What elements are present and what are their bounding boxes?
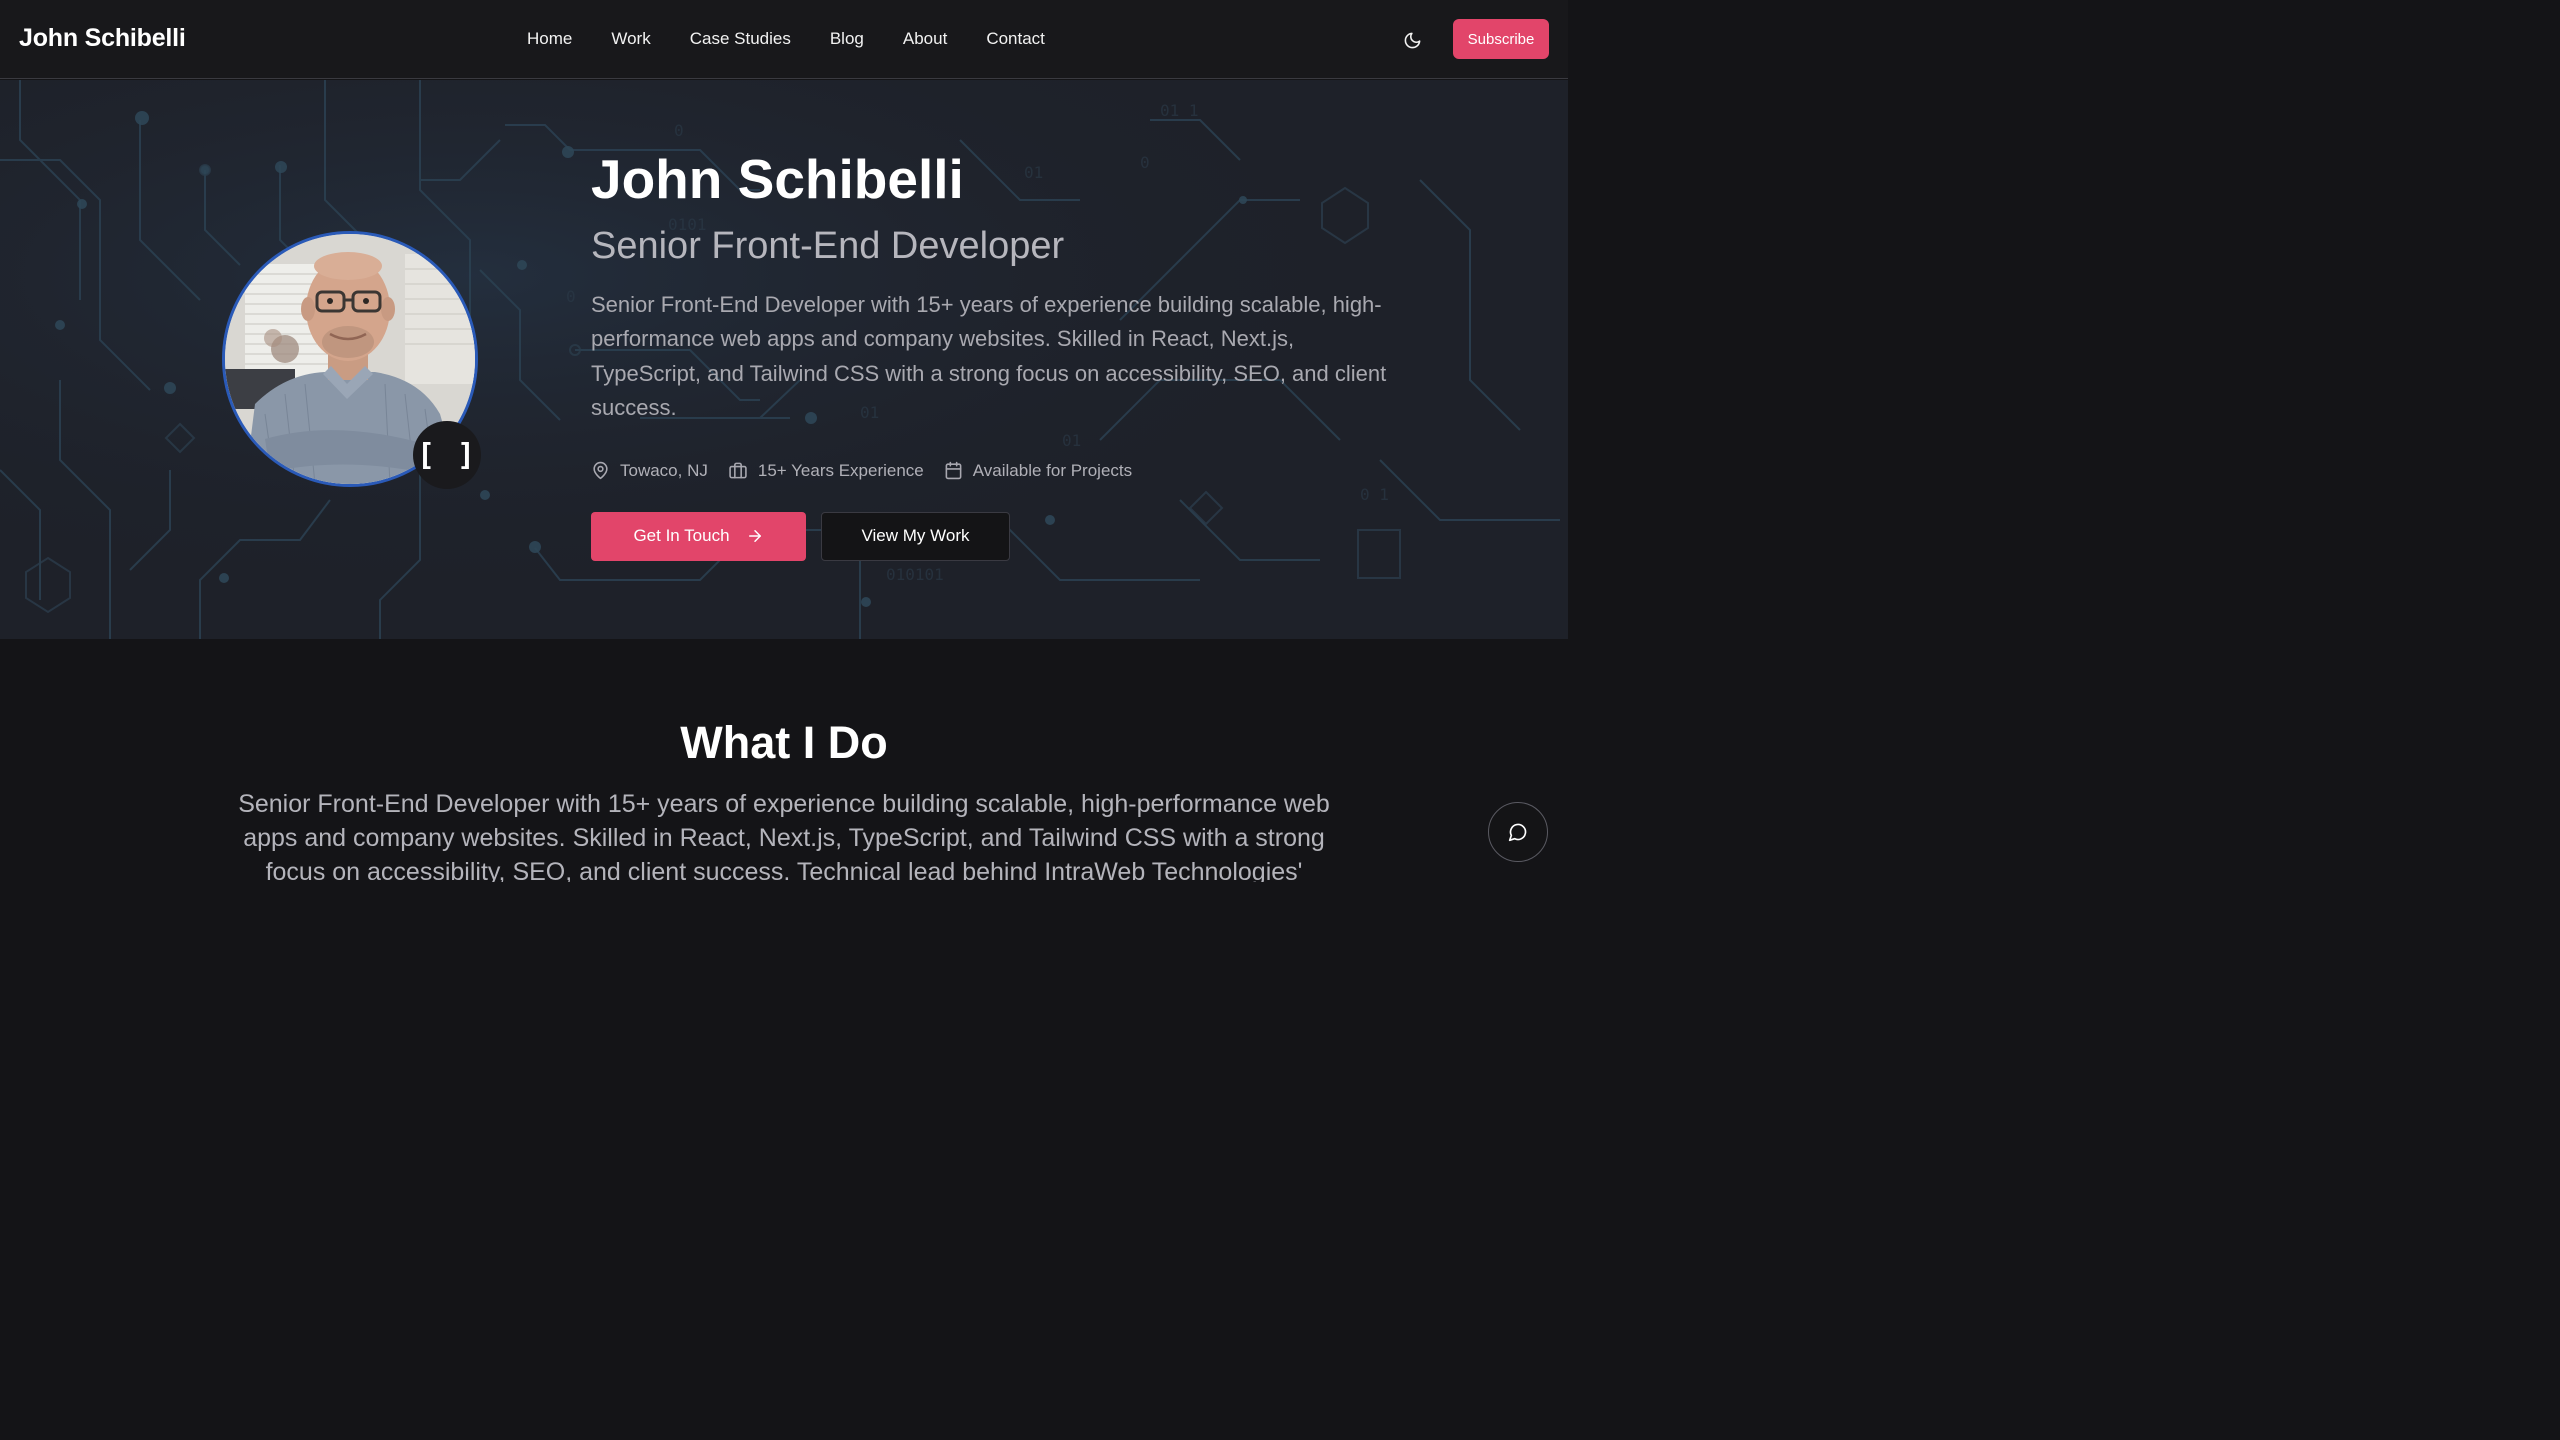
nav-contact[interactable]: Contact — [986, 29, 1045, 49]
availability-text: Available for Projects — [972, 460, 1133, 480]
location-text: Towaco, NJ — [620, 460, 708, 480]
hero-name: John Schibelli — [591, 148, 964, 210]
subscribe-button[interactable]: Subscribe — [1453, 19, 1549, 59]
theme-toggle-button[interactable] — [1398, 26, 1426, 54]
get-in-touch-label: Get In Touch — [633, 526, 730, 546]
calendar-icon — [945, 462, 962, 480]
location-item: Towaco, NJ — [591, 461, 708, 481]
arrow-right-icon — [748, 530, 761, 543]
main-nav: Home Work Case Studies Blog About Contac… — [527, 29, 1045, 49]
availability-item: Available for Projects — [944, 461, 1132, 481]
moon-icon — [1404, 32, 1420, 48]
site-header: John Schibelli Home Work Case Studies Bl… — [0, 0, 1568, 79]
what-i-do-text: Senior Front-End Developer with 15+ year… — [238, 790, 1330, 882]
svg-text:0: 0 — [566, 287, 576, 306]
nav-blog[interactable]: Blog — [830, 29, 864, 49]
page: John Schibelli Home Work Case Studies Bl… — [0, 0, 1568, 882]
hero-role: Senior Front-End Developer — [591, 225, 1065, 267]
svg-text:010101: 010101 — [886, 565, 944, 584]
code-brackets-badge: [ ] — [413, 421, 481, 489]
chat-button[interactable] — [1488, 802, 1548, 862]
svg-text:01 1: 01 1 — [1160, 101, 1199, 120]
hero-bio: Senior Front-End Developer with 15+ year… — [591, 291, 1387, 421]
get-in-touch-button[interactable]: Get In Touch — [591, 511, 806, 561]
hero-content: John Schibelli Senior Front-End Develope… — [591, 152, 1411, 561]
view-my-work-button[interactable]: View My Work — [821, 511, 1010, 561]
hero-meta: Towaco, NJ 15+ Years Experience Availabl… — [591, 461, 1411, 481]
nav-home[interactable]: Home — [527, 29, 572, 49]
experience-item: 15+ Years Experience — [728, 461, 924, 481]
map-pin-icon — [593, 462, 608, 480]
what-i-do-section: What I Do Senior Front-End Developer wit… — [0, 639, 1568, 882]
hero-cta-row: Get In Touch View My Work — [591, 511, 1411, 561]
briefcase-icon — [729, 462, 747, 479]
experience-text: 15+ Years Experience — [757, 460, 924, 480]
brand-logo[interactable]: John Schibelli — [19, 24, 186, 53]
profile-photo-wrapper: [ ] — [222, 231, 481, 489]
nav-about[interactable]: About — [903, 29, 947, 49]
svg-text:0: 0 — [674, 121, 684, 140]
chat-bubble-icon — [1508, 823, 1527, 842]
nav-work[interactable]: Work — [611, 29, 650, 49]
what-i-do-title: What I Do — [680, 717, 888, 768]
nav-case-studies[interactable]: Case Studies — [690, 29, 791, 49]
hero-section: 0 0 01 0101 01 1 0 01 01 0 1 010101 [] … — [0, 80, 1568, 639]
